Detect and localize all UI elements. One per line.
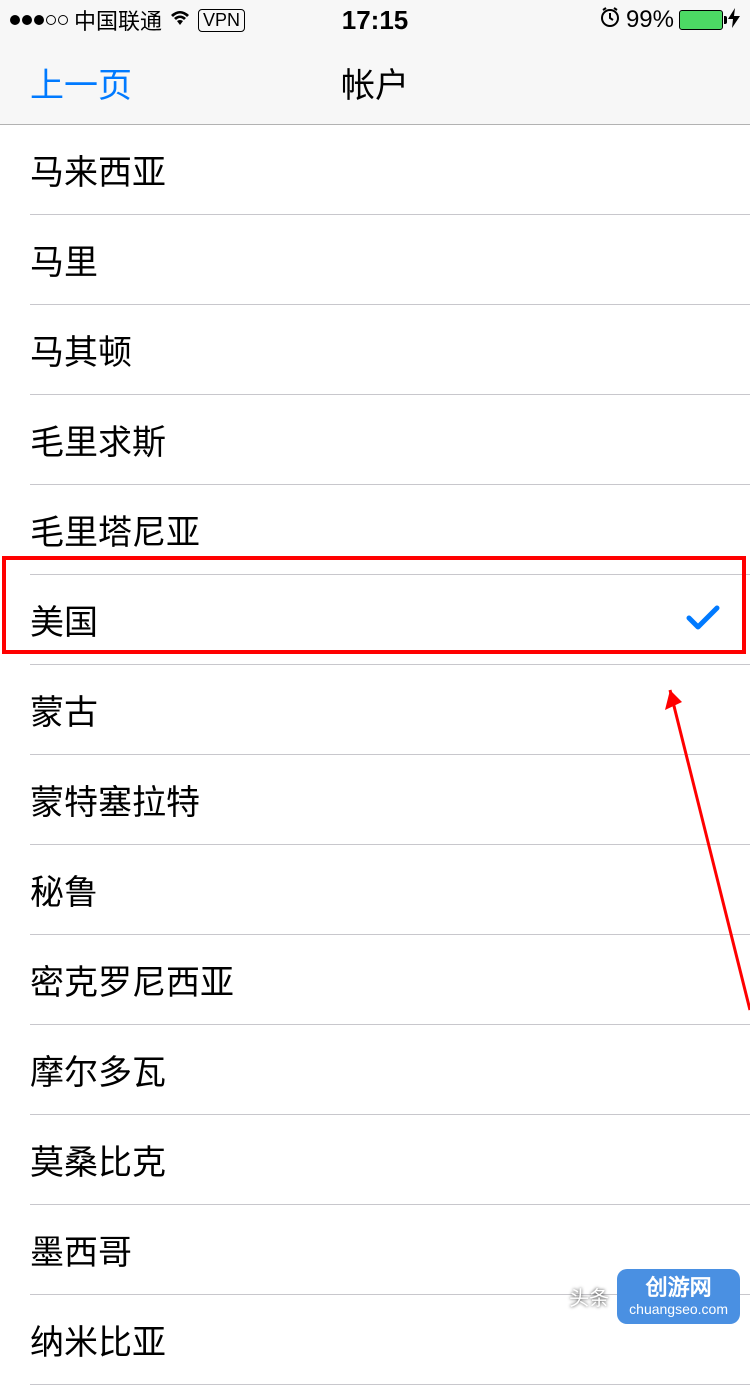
page-title: 帐户 <box>341 58 409 107</box>
carrier-label: 中国联通 <box>74 4 162 36</box>
status-right: 99% <box>599 6 740 34</box>
country-list: 马来西亚马里马其顿毛里求斯毛里塔尼亚美国蒙古蒙特塞拉特秘鲁密克罗尼西亚摩尔多瓦莫… <box>0 125 750 1385</box>
country-label: 马里 <box>30 235 98 284</box>
country-label: 蒙古 <box>30 685 98 734</box>
charging-icon <box>728 8 740 33</box>
country-label: 马其顿 <box>30 325 132 374</box>
country-label: 秘鲁 <box>30 865 98 914</box>
country-label: 摩尔多瓦 <box>30 1045 166 1094</box>
country-label: 莫桑比克 <box>30 1135 166 1184</box>
status-left: 中国联通 VPN <box>10 4 245 36</box>
checkmark-icon <box>686 599 720 641</box>
wifi-icon <box>168 7 192 33</box>
watermark: 头条 创游网 chuangseo.com <box>569 1269 740 1324</box>
country-item[interactable]: 马其顿 <box>30 305 750 395</box>
vpn-badge: VPN <box>198 9 245 32</box>
country-label: 毛里求斯 <box>30 415 166 464</box>
watermark-badge: 创游网 chuangseo.com <box>617 1269 740 1324</box>
country-label: 马来西亚 <box>30 145 166 194</box>
country-label: 毛里塔尼亚 <box>30 505 200 554</box>
country-item[interactable]: 摩尔多瓦 <box>30 1025 750 1115</box>
country-item[interactable]: 毛里求斯 <box>30 395 750 485</box>
country-item[interactable]: 密克罗尼西亚 <box>30 935 750 1025</box>
navigation-bar: 上一页 帐户 <box>0 40 750 125</box>
country-item[interactable]: 马里 <box>30 215 750 305</box>
country-item[interactable]: 莫桑比克 <box>30 1115 750 1205</box>
country-label: 密克罗尼西亚 <box>30 955 234 1004</box>
back-button[interactable]: 上一页 <box>0 58 132 107</box>
country-item[interactable]: 蒙特塞拉特 <box>30 755 750 845</box>
watermark-text: 头条 <box>569 1282 609 1311</box>
status-time: 17:15 <box>342 5 409 36</box>
country-label: 墨西哥 <box>30 1225 132 1274</box>
country-label: 纳米比亚 <box>30 1315 166 1364</box>
alarm-icon <box>599 6 621 34</box>
battery-percent: 99% <box>626 6 674 34</box>
country-item[interactable]: 马来西亚 <box>30 125 750 215</box>
country-item[interactable]: 毛里塔尼亚 <box>30 485 750 575</box>
country-item[interactable]: 美国 <box>30 575 750 665</box>
country-label: 美国 <box>30 595 98 644</box>
status-bar: 中国联通 VPN 17:15 99% <box>0 0 750 40</box>
country-label: 蒙特塞拉特 <box>30 775 200 824</box>
country-item[interactable]: 蒙古 <box>30 665 750 755</box>
country-item[interactable]: 秘鲁 <box>30 845 750 935</box>
battery-icon <box>679 10 723 30</box>
signal-strength-icon <box>10 15 68 25</box>
